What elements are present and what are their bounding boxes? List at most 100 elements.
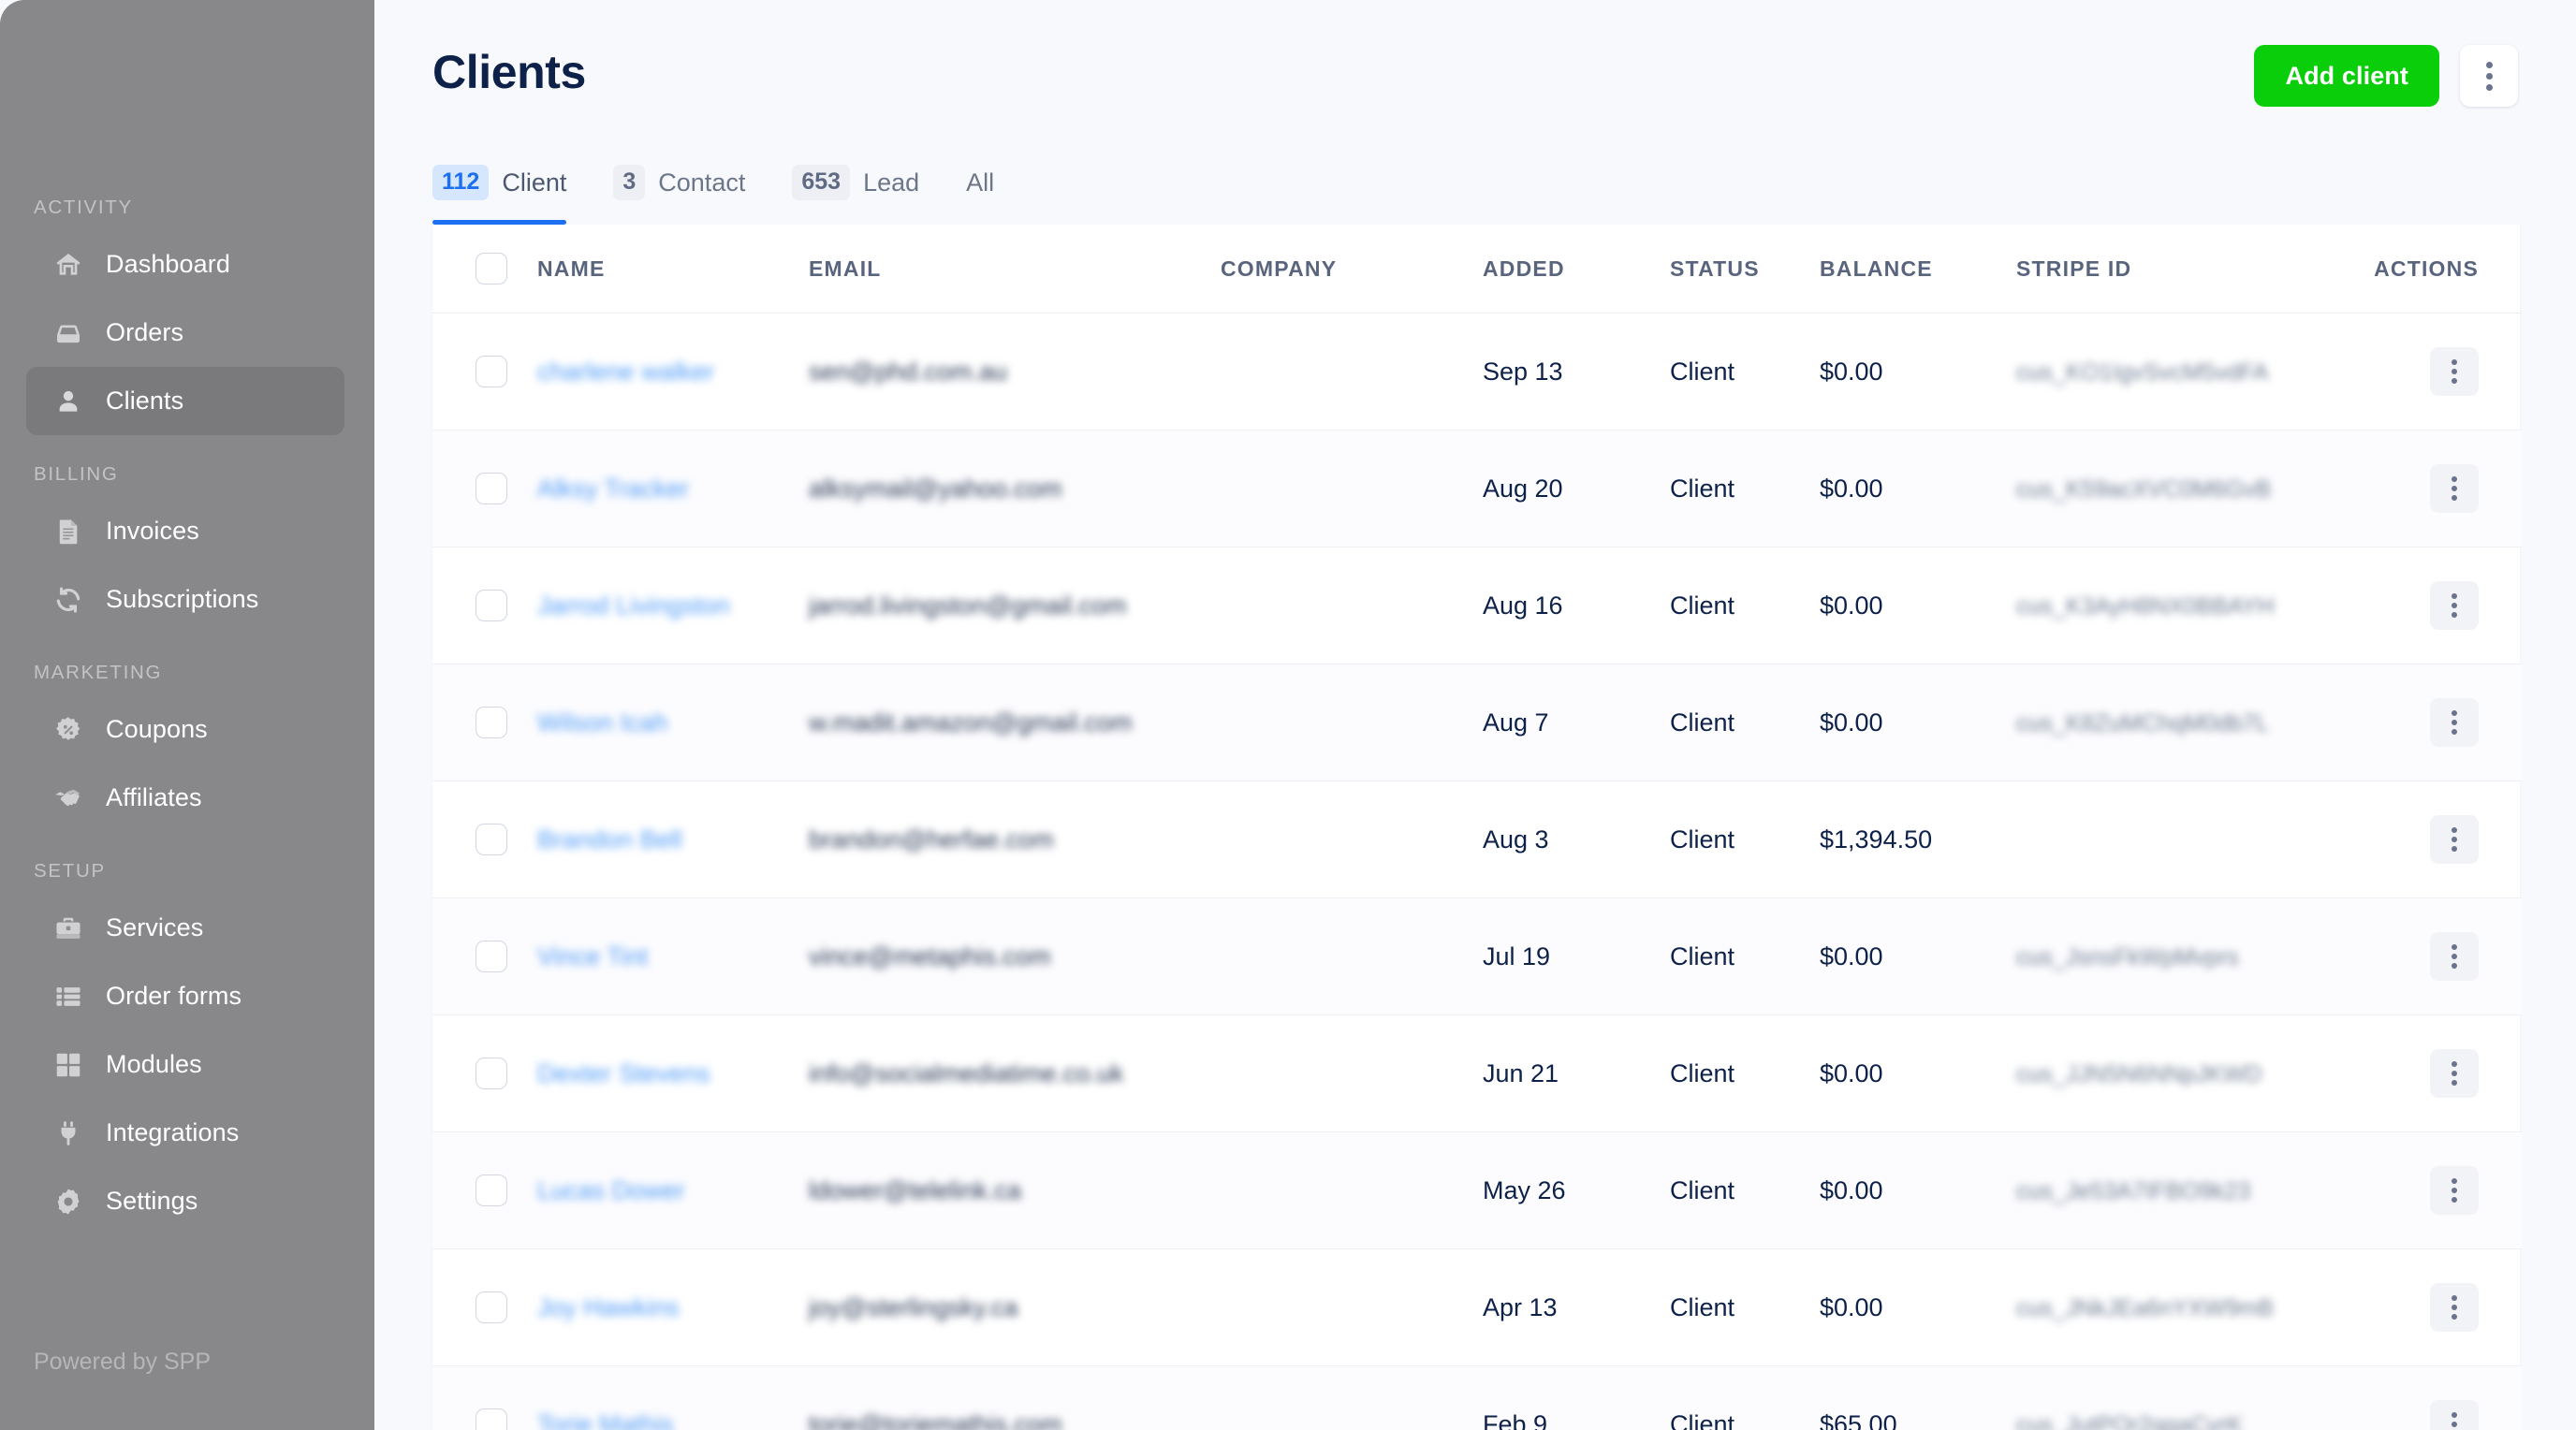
sidebar-group-label: ACTIVITY [34,197,133,218]
row-checkbox[interactable] [476,356,507,387]
client-name-link[interactable]: Jarrod Livingston [537,589,730,622]
table-row[interactable]: Lucas Dower ldower@telelink.ca May 26 Clien… [432,1131,2522,1249]
client-name-link[interactable]: Dexter Stevens [537,1057,710,1090]
sidebar-item-orders[interactable]: Orders [26,299,344,367]
tab-contact[interactable]: 3 Contact [613,157,769,225]
row-checkbox[interactable] [476,1175,507,1206]
more-vertical-glyph [2452,827,2457,852]
client-balance-cell: $0.00 [1820,664,2016,781]
client-email: torie@toriemathis.com [809,1409,1062,1430]
client-stripe-id-cell [2016,781,2372,898]
sidebar-item-dashboard[interactable]: Dashboard [26,230,344,299]
client-email-cell: info@socialmediatime.co.uk [809,1014,1221,1132]
column-header-name[interactable]: NAME [537,225,809,314]
table-row[interactable]: Brandon Bell brandon@herfae.com Aug 3 Clien… [432,781,2522,898]
column-header-balance[interactable]: BALANCE [1820,225,2016,314]
row-checkbox[interactable] [476,707,507,738]
row-more-vertical-icon[interactable] [2430,698,2479,747]
client-balance-cell: $0.00 [1820,1131,2016,1249]
sidebar-item-affiliates[interactable]: Affiliates [26,764,344,832]
tab-all[interactable]: All [966,157,1018,225]
sidebar-item-coupons[interactable]: Coupons [26,695,344,764]
table-row[interactable]: Dexter Stevens info@socialmediatime.co.uk… [432,1014,2522,1132]
tab-lead[interactable]: 653 Lead [792,157,944,225]
row-more-vertical-icon[interactable] [2430,1166,2479,1215]
client-added-date: Feb 9 [1483,1409,1548,1430]
client-email-cell: alksymail@yahoo.com [809,430,1221,547]
row-checkbox[interactable] [476,590,507,621]
client-name-link[interactable]: Brandon Bell [537,823,682,856]
client-status: Client [1670,824,1735,854]
table-row[interactable]: Joy Hawkins joy@sterlingsky.ca Apr 13 Clien… [432,1248,2522,1366]
client-name-link-cell: Alksy Tracker [537,430,809,547]
row-actions-cell [2372,781,2522,898]
sidebar-item-services[interactable]: Services [26,894,344,962]
row-more-vertical-icon[interactable] [2430,1400,2479,1430]
row-more-vertical-icon[interactable] [2430,1049,2479,1098]
row-checkbox[interactable] [476,1291,507,1323]
client-name-link[interactable]: Wilson Icah [537,706,668,739]
client-balance: $0.00 [1820,708,1883,737]
sidebar-item-modules[interactable]: Modules [26,1030,344,1099]
select-all-checkbox[interactable] [476,253,507,285]
sidebar-item-settings[interactable]: Settings [26,1167,344,1235]
more-vertical-glyph [2452,476,2457,501]
row-more-vertical-icon[interactable] [2430,1283,2479,1332]
tab-client[interactable]: 112 Client [432,157,591,225]
client-status: Client [1670,1175,1735,1204]
row-more-vertical-icon[interactable] [2430,464,2479,513]
sidebar-item-clients[interactable]: Clients [26,367,344,435]
sidebar-item-invoices[interactable]: Invoices [26,497,344,565]
sidebar-item-subscriptions[interactable]: Subscriptions [26,565,344,634]
client-name-link[interactable]: charlene walker [537,355,714,388]
clients-table-container: NAME EMAIL COMPANY ADDED STATUS BALANCE … [432,225,2522,1430]
row-more-vertical-icon[interactable] [2430,815,2479,864]
client-balance-cell: $0.00 [1820,1014,2016,1132]
client-status: Client [1670,357,1735,386]
more-vertical-glyph [2452,1178,2457,1203]
column-header-email[interactable]: EMAIL [809,225,1221,314]
client-status-cell: Client [1670,547,1820,664]
client-email-cell: ldower@telelink.ca [809,1131,1221,1249]
sidebar-item-label: Order forms [106,982,242,1010]
table-row[interactable]: Vince Tint vince@metaphis.com Jul 19 Client… [432,897,2522,1015]
more-vertical-glyph [2452,1061,2457,1086]
client-name-link[interactable]: Alksy Tracker [537,472,689,505]
client-status: Client [1670,708,1735,737]
more-vertical-glyph [2452,593,2457,618]
row-more-vertical-icon[interactable] [2430,347,2479,396]
row-checkbox[interactable] [476,1408,507,1430]
add-client-button[interactable]: Add client [2254,45,2439,107]
row-checkbox[interactable] [476,1058,507,1089]
client-balance-cell: $0.00 [1820,430,2016,547]
row-select-cell [432,1014,537,1132]
column-header-added[interactable]: ADDED [1483,225,1670,314]
client-name-link[interactable]: Vince Tint [537,940,648,973]
sidebar-item-label: Coupons [106,715,208,743]
column-header-status[interactable]: STATUS [1670,225,1820,314]
client-name-link[interactable]: Lucas Dower [537,1174,685,1207]
sidebar-item-integrations[interactable]: Integrations [26,1099,344,1167]
sidebar-item-order-forms[interactable]: Order forms [26,962,344,1030]
row-checkbox[interactable] [476,824,507,855]
table-row[interactable]: Jarrod Livingston jarrod.livingston@gmail… [432,547,2522,664]
client-name-link[interactable]: Joy Hawkins [537,1291,680,1324]
row-actions-cell [2372,664,2522,781]
row-select-cell [432,313,537,430]
row-checkbox[interactable] [476,473,507,504]
table-head: NAME EMAIL COMPANY ADDED STATUS BALANCE … [432,225,2522,314]
sidebar-item-label: Orders [106,318,184,346]
row-more-vertical-icon[interactable] [2430,932,2479,981]
client-name-link[interactable]: Torie Mathis [537,1408,674,1430]
column-header-company[interactable]: COMPANY [1221,225,1483,314]
table-row[interactable]: charlene walker sen@phd.com.au Sep 13 Clien… [432,313,2522,430]
table-row[interactable]: Alksy Tracker alksymail@yahoo.com Aug 20 Cl… [432,430,2522,547]
client-company-cell [1221,313,1483,430]
table-row[interactable]: Wilson Icah w.madit.amazon@gmail.com Aug 7… [432,664,2522,781]
table-row[interactable]: Torie Mathis torie@toriemathis.com Feb 9 Cl… [432,1365,2522,1430]
column-header-stripe-id[interactable]: STRIPE ID [2016,225,2372,314]
row-actions-cell [2372,313,2522,430]
row-more-vertical-icon[interactable] [2430,581,2479,630]
row-checkbox[interactable] [476,941,507,972]
more-vertical-icon[interactable] [2460,45,2518,107]
